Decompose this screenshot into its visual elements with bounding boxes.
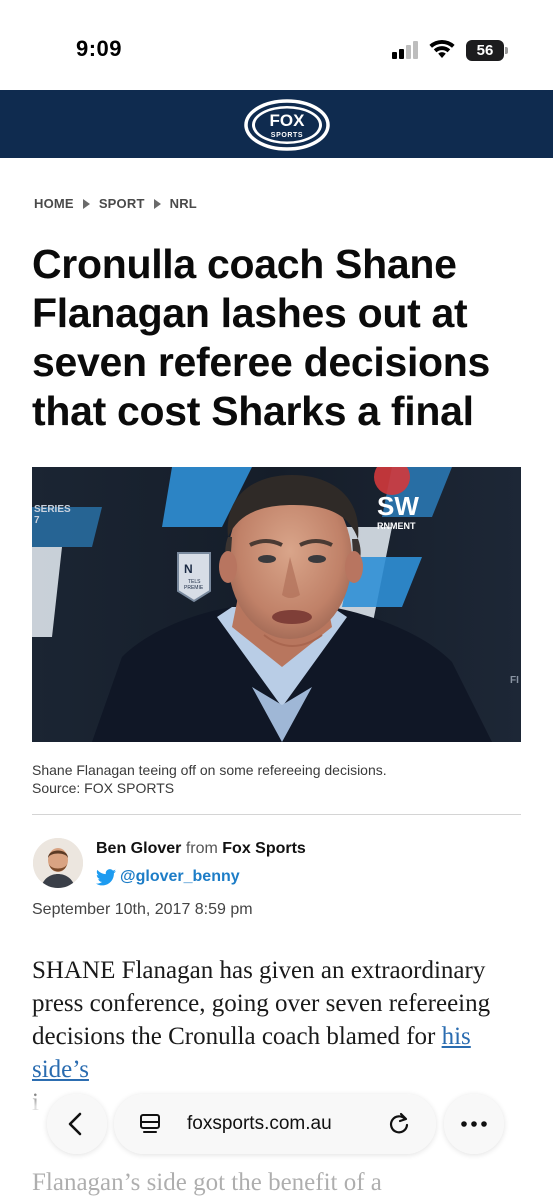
hero-image[interactable]: SERIES 7 SW RNMENT N TELS PREMIE FI <box>32 467 521 742</box>
article-paragraph-2: Flanagan’s side got the benefit of a <box>32 1169 382 1196</box>
author-org[interactable]: Fox Sports <box>222 840 306 857</box>
backdrop-premier-text: PREMIE <box>184 585 204 591</box>
author-twitter-link[interactable]: @glover_benny <box>96 868 240 886</box>
battery-icon: 56 <box>466 40 508 61</box>
status-time: 9:09 <box>76 36 123 61</box>
author-from-text: from <box>185 840 218 857</box>
breadcrumb-home[interactable]: HOME <box>34 196 74 211</box>
twitter-bird-icon <box>96 868 116 885</box>
press-conference-photo: SERIES 7 SW RNMENT N TELS PREMIE FI <box>32 467 521 742</box>
image-caption: Shane Flanagan teeing off on some refere… <box>32 761 522 797</box>
backdrop-fi-text: FI <box>510 675 519 686</box>
author-avatar[interactable] <box>33 838 83 888</box>
publish-date: September 10th, 2017 8:59 pm <box>32 901 253 918</box>
paragraph-1-text: SHANE Flanagan has given an extraordinar… <box>32 957 491 1050</box>
divider <box>32 814 521 815</box>
status-bar: 9:09 56 <box>0 0 553 90</box>
page-menu-icon[interactable] <box>138 1112 162 1136</box>
backdrop-series-text: SERIES <box>34 504 71 515</box>
backdrop-series-num: 7 <box>34 515 40 526</box>
caption-source: Source: FOX SPORTS <box>32 780 175 796</box>
twitter-handle: @glover_benny <box>120 868 240 885</box>
backdrop-nsw-text: SW <box>377 491 419 521</box>
article-headline: Cronulla coach Shane Flanagan lashes out… <box>32 241 491 434</box>
author-name[interactable]: Ben Glover <box>96 840 181 857</box>
address-bar[interactable]: foxsports.com.au <box>114 1094 436 1154</box>
cellular-signal-icon <box>392 41 422 59</box>
chevron-right-icon <box>153 198 161 209</box>
breadcrumb: HOME SPORT NRL <box>34 196 197 211</box>
backdrop-govt-text: RNMENT <box>377 521 416 531</box>
fox-sports-logo[interactable]: FOX SPORTS <box>244 99 330 151</box>
wifi-icon <box>429 39 455 58</box>
logo-sports-text: SPORTS <box>271 132 303 139</box>
author-byline: Ben Glover from Fox Sports <box>96 840 306 858</box>
breadcrumb-sport[interactable]: SPORT <box>99 196 145 211</box>
backdrop-nrl-text: N <box>184 562 193 576</box>
back-button[interactable] <box>47 1094 107 1154</box>
chevron-left-icon <box>68 1112 82 1136</box>
breadcrumb-nrl[interactable]: NRL <box>170 196 197 211</box>
logo-fox-text: FOX <box>270 111 306 130</box>
battery-level: 56 <box>476 42 494 59</box>
reload-icon[interactable] <box>386 1111 412 1137</box>
caption-text: Shane Flanagan teeing off on some refere… <box>32 762 387 778</box>
url-text: foxsports.com.au <box>187 1113 332 1134</box>
more-options-button[interactable] <box>444 1094 504 1154</box>
chevron-right-icon <box>82 198 90 209</box>
more-icon <box>461 1121 487 1127</box>
